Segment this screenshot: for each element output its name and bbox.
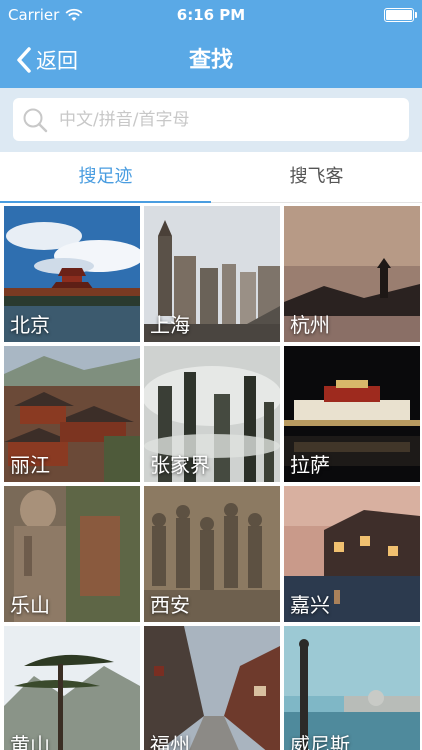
destination-card-lijiang[interactable]: 丽江	[4, 346, 140, 482]
destination-card-fuzhou[interactable]: 福州	[144, 626, 280, 750]
city-name: 上海	[150, 313, 190, 337]
destination-grid: 北京 上海 杭州 丽江 张家界 拉萨 乐山 西安 嘉兴 黄山 福州 威尼斯	[4, 206, 420, 750]
search-field[interactable]	[13, 98, 409, 141]
status-time: 6:16 PM	[176, 6, 246, 24]
destination-card-xian[interactable]: 西安	[144, 486, 280, 622]
destination-card-shanghai[interactable]: 上海	[144, 206, 280, 342]
city-name: 乐山	[10, 593, 50, 617]
city-name: 张家界	[150, 453, 210, 477]
city-name: 杭州	[290, 313, 330, 337]
destination-card-beijing[interactable]: 北京	[4, 206, 140, 342]
destination-card-jiaxing[interactable]: 嘉兴	[284, 486, 420, 622]
tab-travelers[interactable]: 搜飞客	[211, 152, 422, 202]
search-icon	[23, 108, 48, 132]
tab-bar: 搜足迹 搜飞客	[0, 152, 422, 203]
city-name: 黄山	[10, 733, 50, 750]
destination-card-zhangjiajie[interactable]: 张家界	[144, 346, 280, 482]
city-name: 拉萨	[290, 453, 330, 477]
destination-card-leshan[interactable]: 乐山	[4, 486, 140, 622]
top-bar: Carrier 6:16 PM 返回 查找	[0, 0, 422, 88]
destination-card-huangshan[interactable]: 黄山	[4, 626, 140, 750]
city-name: 西安	[150, 593, 190, 617]
page-title: 查找	[188, 48, 233, 73]
status-bar: Carrier 6:16 PM	[0, 0, 422, 30]
city-name: 福州	[150, 733, 190, 750]
city-name: 北京	[10, 313, 50, 337]
city-name: 威尼斯	[290, 733, 350, 750]
search-input[interactable]	[59, 109, 389, 130]
destination-card-venice[interactable]: 威尼斯	[284, 626, 420, 750]
navigation-bar: 返回 查找	[0, 30, 422, 88]
city-name: 丽江	[10, 453, 50, 477]
destination-card-hangzhou[interactable]: 杭州	[284, 206, 420, 342]
battery-icon	[384, 8, 417, 22]
tab-footprints[interactable]: 搜足迹	[0, 152, 211, 203]
search-bar	[0, 88, 422, 152]
destination-card-lhasa[interactable]: 拉萨	[284, 346, 420, 482]
city-name: 嘉兴	[290, 593, 330, 617]
